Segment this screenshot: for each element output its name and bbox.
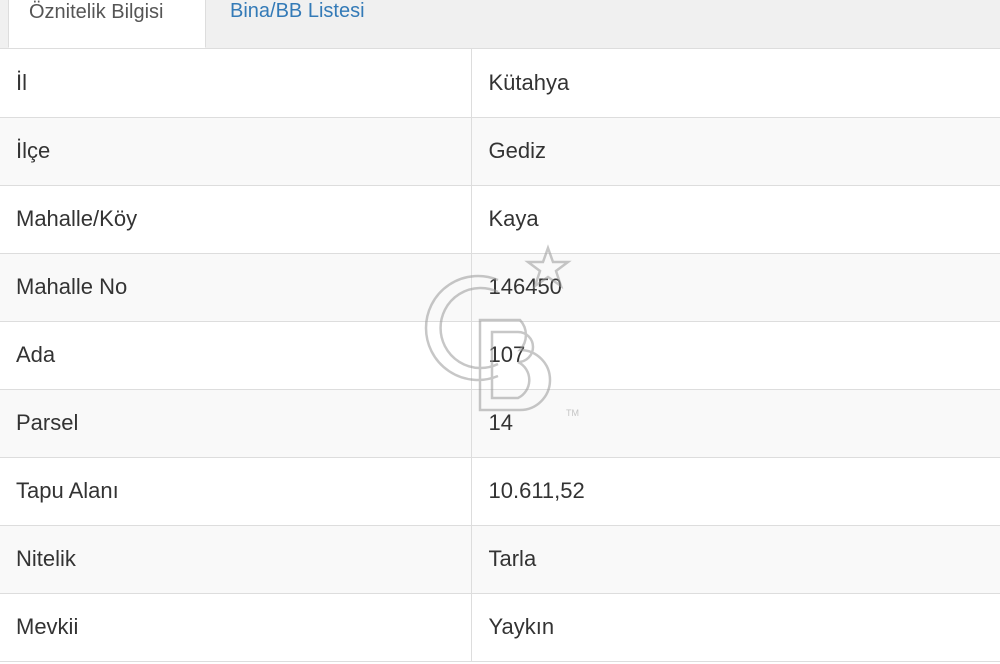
attribute-info-panel: Öznitelik Bilgisi Bina/BB Listesi İl Küt… (0, 0, 1000, 664)
tab-bar: Öznitelik Bilgisi Bina/BB Listesi (0, 0, 1000, 49)
row-label-mevkii: Mevkii (0, 593, 472, 662)
row-label-ada: Ada (0, 321, 472, 390)
table-row: Mahalle No 146450 (0, 253, 1000, 322)
table-row: Nitelik Tarla (0, 525, 1000, 594)
row-value-nitelik: Tarla (471, 525, 1000, 594)
table-row: Mahalle/Köy Kaya (0, 185, 1000, 254)
row-value-tapu-alani: 10.611,52 (471, 457, 1000, 526)
row-label-parsel: Parsel (0, 389, 472, 458)
attribute-table: İl Kütahya İlçe Gediz Mahalle/Köy Kaya M… (0, 49, 1000, 662)
table-row: Tapu Alanı 10.611,52 (0, 457, 1000, 526)
tab-oznitelik-bilgisi[interactable]: Öznitelik Bilgisi (8, 0, 206, 48)
row-label-il: İl (0, 49, 472, 118)
tab-bina-bb-listesi[interactable]: Bina/BB Listesi (210, 0, 385, 48)
row-label-tapu-alani: Tapu Alanı (0, 457, 472, 526)
row-label-mahalle-no: Mahalle No (0, 253, 472, 322)
row-value-parsel: 14 (471, 389, 1000, 458)
row-value-il: Kütahya (471, 49, 1000, 118)
table-row: Mevkii Yaykın (0, 593, 1000, 662)
row-value-ada: 107 (471, 321, 1000, 390)
row-value-mahalle-koy: Kaya (471, 185, 1000, 254)
row-label-nitelik: Nitelik (0, 525, 472, 594)
table-row: İl Kütahya (0, 49, 1000, 118)
table-row: Parsel 14 (0, 389, 1000, 458)
row-label-ilce: İlçe (0, 117, 472, 186)
row-value-mevkii: Yaykın (471, 593, 1000, 662)
row-label-mahalle-koy: Mahalle/Köy (0, 185, 472, 254)
row-value-ilce: Gediz (471, 117, 1000, 186)
table-row: İlçe Gediz (0, 117, 1000, 186)
table-row: Ada 107 (0, 321, 1000, 390)
row-value-mahalle-no: 146450 (471, 253, 1000, 322)
